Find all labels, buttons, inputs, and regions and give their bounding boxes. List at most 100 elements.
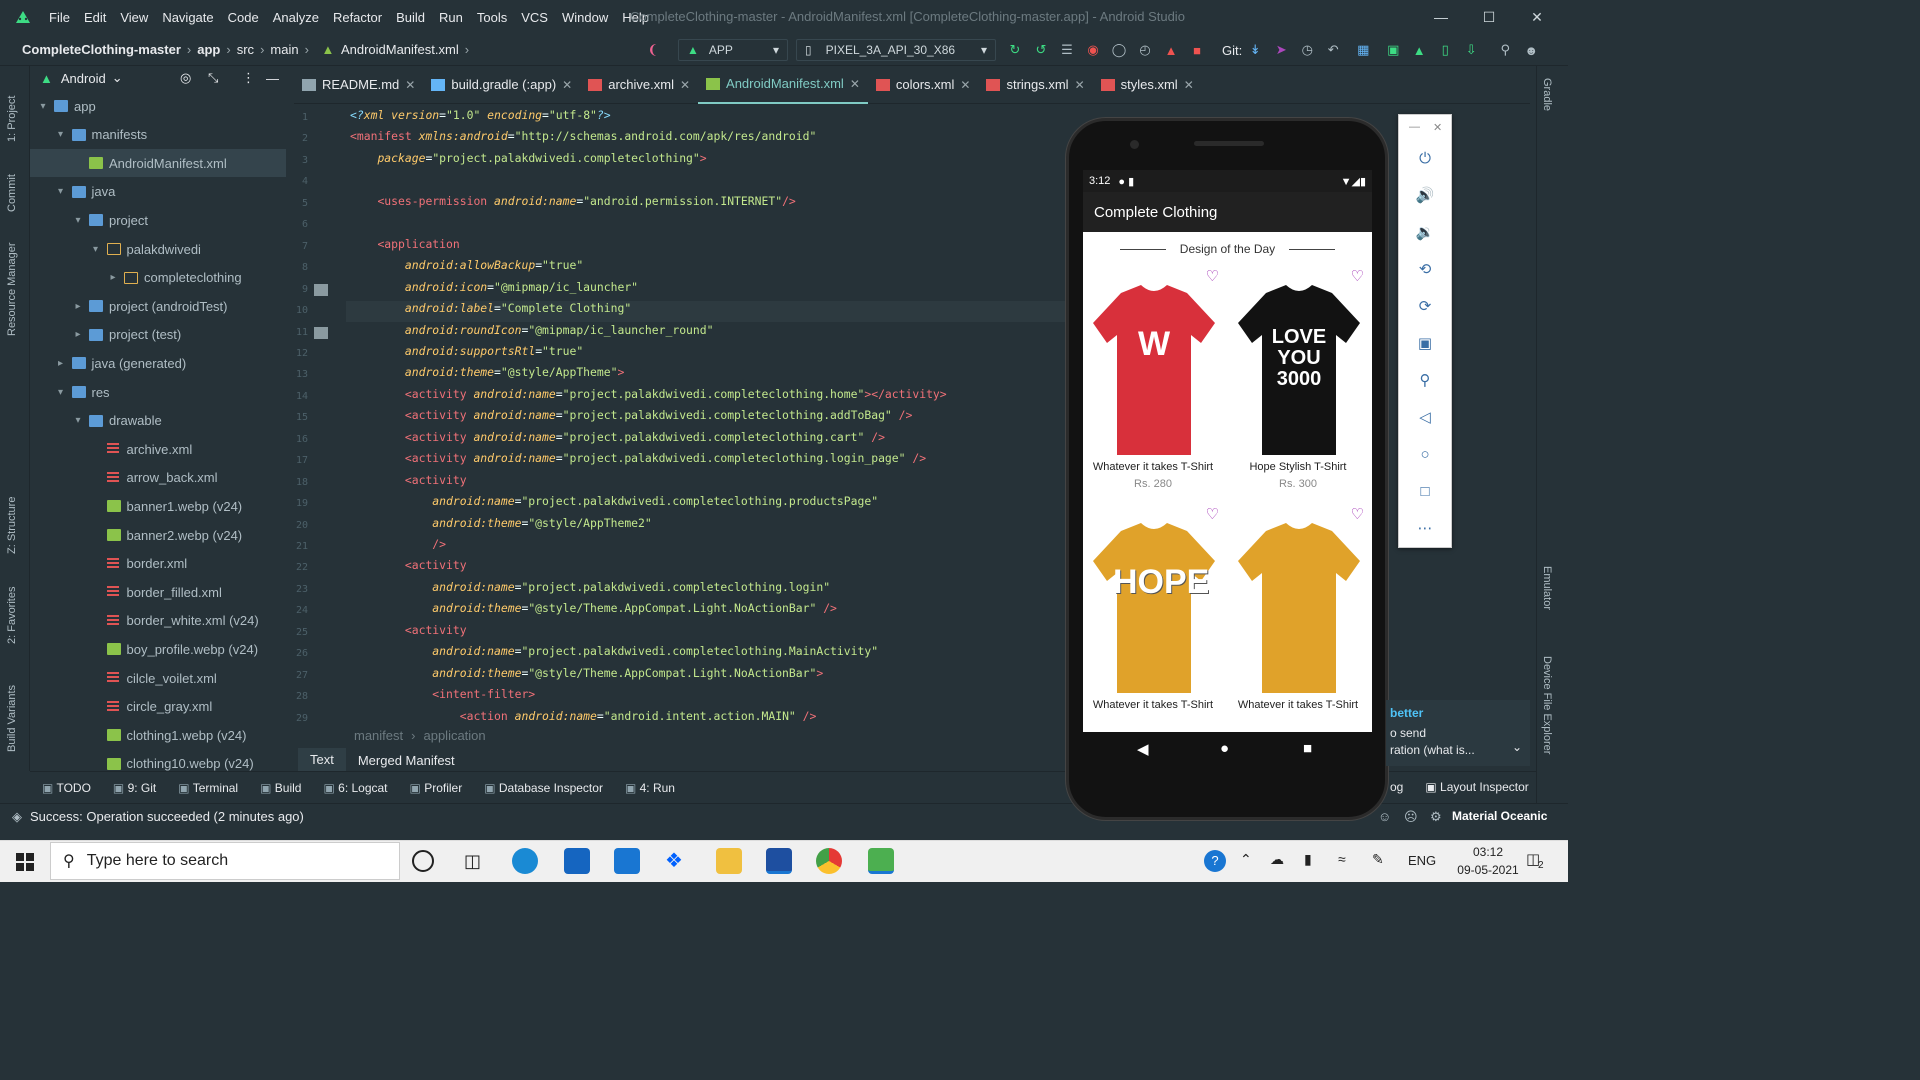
sync-icon[interactable]: ▲ xyxy=(1410,41,1428,59)
battery-icon[interactable]: ▮ xyxy=(1304,851,1312,868)
tab-merged-manifest[interactable]: Merged Manifest xyxy=(346,749,467,772)
menu-build[interactable]: Build xyxy=(389,10,432,25)
product-card[interactable]: ♡ Whatever it takes T-Shirt HOPE xyxy=(1083,503,1223,732)
tab-text[interactable]: Text xyxy=(298,747,346,773)
tab-device-file-explorer[interactable]: Device File Explorer xyxy=(1541,656,1553,754)
back-icon[interactable]: ◁ xyxy=(1413,406,1437,430)
theme-label[interactable]: Material Oceanic xyxy=(1452,809,1547,823)
dropbox-icon[interactable]: ❖ xyxy=(665,848,691,874)
cortana-icon[interactable] xyxy=(412,850,434,872)
project-view-select[interactable]: Android xyxy=(61,71,106,86)
tool-window-git[interactable]: ▣ 9: Git xyxy=(113,781,156,795)
code-line[interactable]: <activity android:name="project.palakdwi… xyxy=(350,430,885,444)
task-view-icon[interactable]: ◫ xyxy=(464,848,490,874)
chevron-down-icon[interactable]: ▾ xyxy=(71,415,85,426)
tree-item[interactable]: ▾ res xyxy=(30,378,286,406)
layout-icon[interactable]: ▦ xyxy=(1354,41,1372,59)
product-card[interactable]: ♡ Whatever it takes T-Shirt xyxy=(1228,503,1368,732)
memory-icon[interactable]: ⚙ xyxy=(1430,809,1442,825)
code-line[interactable]: android:allowBackup="true" xyxy=(350,258,583,272)
menu-tools[interactable]: Tools xyxy=(470,10,514,25)
phone-recents-icon[interactable]: ■ xyxy=(1303,740,1312,757)
pen-icon[interactable]: ✎ xyxy=(1372,851,1384,868)
tab-project[interactable]: 1: Project xyxy=(6,96,18,142)
code-line[interactable]: <activity android:name="project.palakdwi… xyxy=(350,408,912,422)
close-tab-icon[interactable]: ✕ xyxy=(1075,78,1085,92)
emu-close-icon[interactable]: ✕ xyxy=(1433,121,1442,134)
terminal-icon[interactable]: ▣ xyxy=(1384,41,1402,59)
menu-edit[interactable]: Edit xyxy=(77,10,113,25)
tree-item[interactable]: ▾ drawable xyxy=(30,407,286,435)
tree-item[interactable]: arrow_back.xml xyxy=(30,464,286,492)
emu-minimize-icon[interactable]: — xyxy=(1409,121,1420,133)
stop-icon[interactable]: ■ xyxy=(1188,41,1206,59)
code-line[interactable]: android:theme="@style/Theme.AppCompat.Li… xyxy=(350,601,837,615)
phone-home-icon[interactable]: ● xyxy=(1220,740,1229,757)
status-message[interactable]: Success: Operation succeeded (2 minutes … xyxy=(30,809,304,824)
chevron-right-icon[interactable]: ▸ xyxy=(71,301,85,312)
code-line[interactable]: package="project.palakdwivedi.completecl… xyxy=(350,151,706,165)
close-tab-icon[interactable]: ✕ xyxy=(850,77,860,91)
chrome-icon[interactable] xyxy=(816,848,842,874)
hide-icon[interactable]: — xyxy=(266,71,279,86)
code-line[interactable]: android:name="project.palakdwivedi.compl… xyxy=(350,644,878,658)
close-tab-icon[interactable]: ✕ xyxy=(960,78,970,92)
mail-icon[interactable] xyxy=(564,848,590,874)
tab-structure[interactable]: Z: Structure xyxy=(6,497,18,554)
code-line[interactable]: android:theme="@style/Theme.AppCompat.Li… xyxy=(350,666,823,680)
code-line[interactable]: android:roundIcon="@mipmap/ic_launcher_r… xyxy=(350,323,714,337)
close-icon[interactable]: ✕ xyxy=(1526,6,1548,28)
menu-file[interactable]: File xyxy=(42,10,77,25)
windows-start-icon[interactable] xyxy=(16,853,34,871)
frown-icon[interactable]: ☹ xyxy=(1404,809,1418,825)
tree-item[interactable]: clothing1.webp (v24) xyxy=(30,721,286,749)
debug-icon[interactable]: ◉ xyxy=(1084,41,1102,59)
close-tab-icon[interactable]: ✕ xyxy=(405,78,415,92)
chevron-down-icon[interactable]: ⌄ xyxy=(1512,740,1522,754)
editor-tab[interactable]: styles.xml ✕ xyxy=(1093,66,1202,104)
list-icon[interactable]: ☰ xyxy=(1058,41,1076,59)
breadcrumb-src[interactable]: src xyxy=(237,42,254,57)
tree-item[interactable]: archive.xml xyxy=(30,435,286,463)
editor-tab[interactable]: README.md ✕ xyxy=(294,66,423,104)
breadcrumb-project[interactable]: CompleteClothing-master xyxy=(22,42,181,57)
target-icon[interactable]: ◎ xyxy=(180,70,191,86)
tool-window-run[interactable]: ▣ 4: Run xyxy=(625,781,675,795)
device-select[interactable]: ▯ PIXEL_3A_API_30_X86 ▾ xyxy=(796,39,996,61)
editor-tab[interactable]: build.gradle (:app) ✕ xyxy=(423,66,580,104)
code-line[interactable]: <uses-permission android:name="android.p… xyxy=(350,194,795,208)
edge-icon[interactable] xyxy=(512,848,538,874)
tree-item[interactable]: banner1.webp (v24) xyxy=(30,492,286,520)
code-line[interactable]: android:name="project.palakdwivedi.compl… xyxy=(350,494,878,508)
code-line[interactable]: <?xml version="1.0" encoding="utf-8"?> xyxy=(350,108,611,122)
tree-item[interactable]: circle_gray.xml xyxy=(30,693,286,721)
help-icon[interactable]: ? xyxy=(1204,850,1226,872)
chevron-right-icon[interactable]: ▸ xyxy=(54,358,68,369)
breadcrumb-file[interactable]: AndroidManifest.xml xyxy=(341,42,459,57)
tree-item[interactable]: ▾ project xyxy=(30,206,286,234)
chevron-right-icon[interactable]: ▸ xyxy=(106,272,120,283)
tab-resource-manager[interactable]: Resource Manager xyxy=(6,242,18,336)
code-line[interactable]: android:theme="@style/AppTheme"> xyxy=(350,365,624,379)
code-line[interactable]: <activity xyxy=(350,623,467,637)
code-line[interactable]: <action android:name="android.intent.act… xyxy=(350,709,817,723)
home-icon[interactable]: ○ xyxy=(1413,443,1437,467)
tool-window-todo[interactable]: ▣ TODO xyxy=(42,781,91,795)
tree-item[interactable]: ▸ project (androidTest) xyxy=(30,292,286,320)
emulator-screen[interactable]: 3:12 ● ▮ ▼◢▮ Complete Clothing Design of… xyxy=(1083,170,1372,732)
tab-build-variants[interactable]: Build Variants xyxy=(6,685,18,752)
tool-window-profiler[interactable]: ▣ Profiler xyxy=(410,781,463,795)
history-icon[interactable]: ◷ xyxy=(1298,41,1316,59)
code-line[interactable]: <intent-filter> xyxy=(350,687,535,701)
tree-item[interactable]: ▾ palakdwivedi xyxy=(30,235,286,263)
git-push-icon[interactable]: ➤ xyxy=(1272,41,1290,59)
profiler-icon[interactable]: ▲ xyxy=(1162,41,1180,59)
run-config-select[interactable]: ▲ APP ▾ xyxy=(678,39,788,61)
account-icon[interactable]: ☻ xyxy=(1522,41,1540,59)
git-update-icon[interactable]: ↡ xyxy=(1246,41,1264,59)
product-card[interactable]: ♡ Hope Stylish T-Shirt Rs. 300 LOVE YOU 300… xyxy=(1228,265,1368,495)
chevron-down-icon[interactable]: ▾ xyxy=(54,129,68,140)
language-indicator[interactable]: ENG xyxy=(1408,853,1436,868)
close-tab-icon[interactable]: ✕ xyxy=(562,78,572,92)
menu-code[interactable]: Code xyxy=(221,10,266,25)
